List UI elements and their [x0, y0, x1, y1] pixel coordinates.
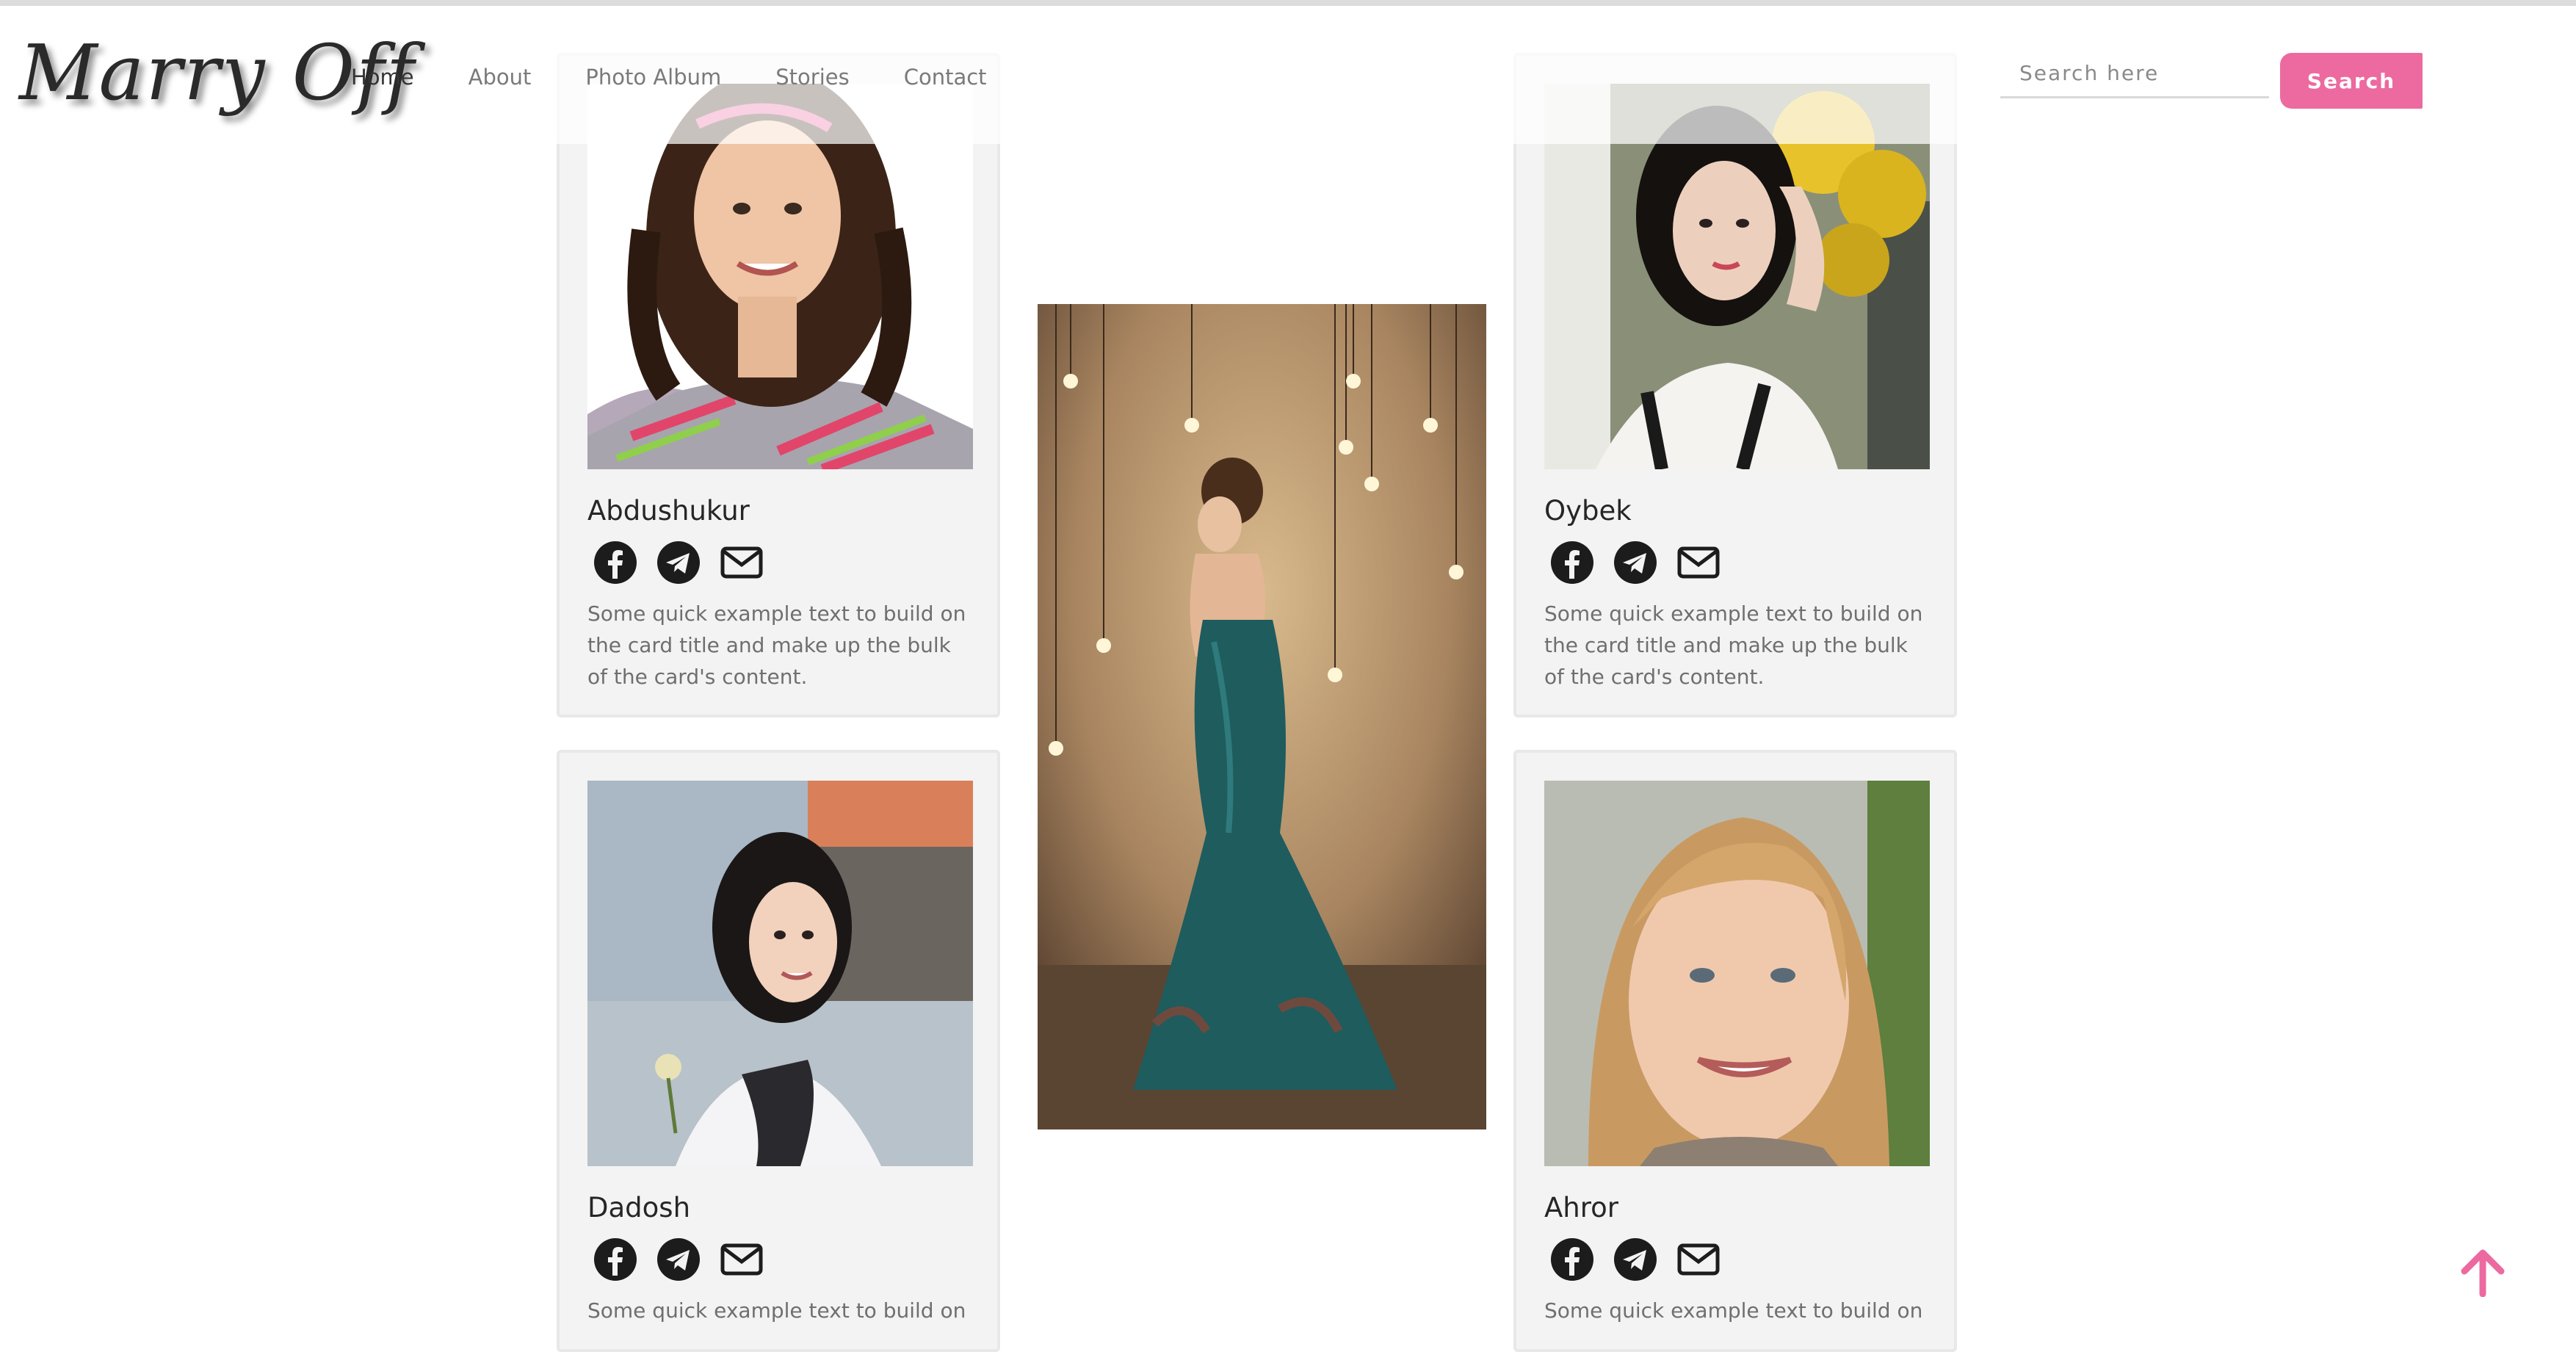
telegram-icon[interactable] [1613, 1237, 1657, 1281]
card-name: Oybek [1544, 495, 1632, 527]
card-description: Some quick example text to build on the … [587, 601, 966, 689]
arrow-up-icon[interactable] [2459, 1248, 2507, 1297]
card-name: Abdushukur [587, 495, 750, 527]
telegram-icon[interactable] [656, 541, 701, 585]
social-links [593, 541, 764, 585]
profile-photo [587, 781, 973, 1166]
card-description: Some quick example text to build on [1544, 1298, 1923, 1323]
nav-photo-album[interactable]: Photo Album [585, 65, 721, 90]
profile-card-4: Ahror Some quick example text to build o… [1513, 750, 1957, 1352]
main-nav: Home About Photo Album Stories Contact [351, 65, 1041, 90]
search-input[interactable] [2000, 50, 2269, 98]
nav-about[interactable]: About [468, 65, 532, 90]
card-description: Some quick example text to build on [587, 1298, 966, 1323]
telegram-icon[interactable] [656, 1237, 701, 1281]
envelope-icon[interactable] [1676, 1237, 1721, 1281]
profile-photo [1544, 781, 1930, 1166]
profile-card-1: Abdushukur Some quick example text to bu… [557, 53, 1000, 717]
facebook-icon[interactable] [1550, 1237, 1594, 1281]
social-links [593, 1237, 764, 1281]
card-name: Dadosh [587, 1192, 691, 1223]
nav-home[interactable]: Home [351, 65, 414, 90]
facebook-icon[interactable] [593, 541, 637, 585]
facebook-icon[interactable] [593, 1237, 637, 1281]
card-description: Some quick example text to build on the … [1544, 601, 1923, 689]
card-name: Ahror [1544, 1192, 1619, 1223]
profile-card-3: Dadosh Some quick example text to build … [557, 750, 1000, 1352]
telegram-icon[interactable] [1613, 541, 1657, 585]
nav-contact[interactable]: Contact [904, 65, 987, 90]
envelope-icon[interactable] [1676, 541, 1721, 585]
profile-card-2: Oybek Some quick example text to build o… [1513, 53, 1957, 717]
social-links [1550, 541, 1721, 585]
envelope-icon[interactable] [720, 1237, 764, 1281]
facebook-icon[interactable] [1550, 541, 1594, 585]
nav-stories[interactable]: Stories [775, 65, 849, 90]
featured-bride-photo [1038, 304, 1486, 1129]
top-border [0, 0, 2576, 6]
search-button[interactable]: Search [2280, 53, 2423, 109]
envelope-icon[interactable] [720, 541, 764, 585]
navbar: Marry Off Home About Photo Album Stories… [0, 6, 2576, 144]
social-links [1550, 1237, 1721, 1281]
